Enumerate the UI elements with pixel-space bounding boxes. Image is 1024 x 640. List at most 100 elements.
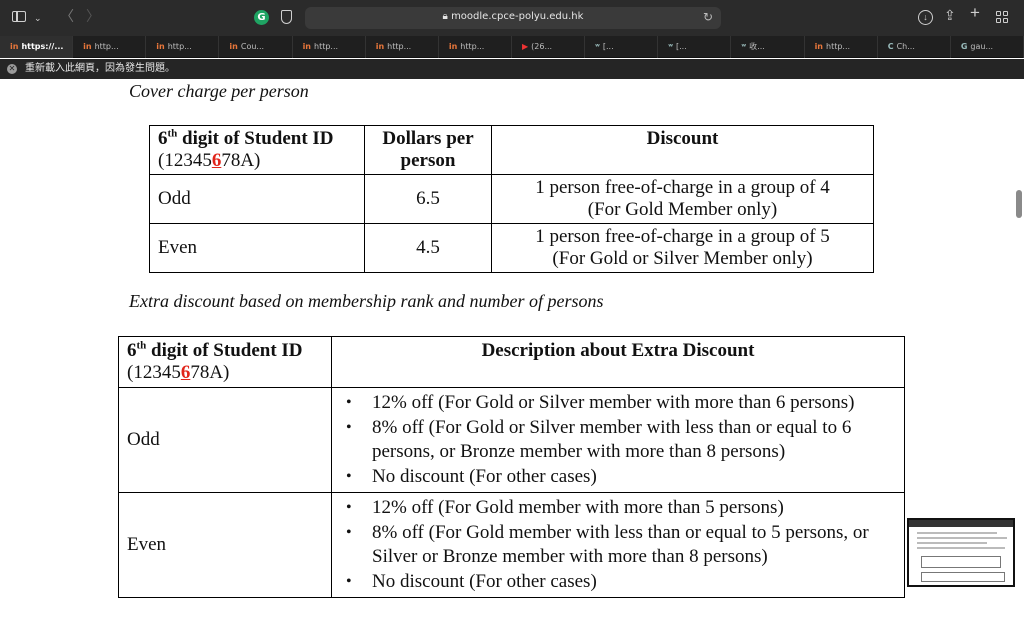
header-description: Description about Extra Discount (331, 336, 905, 388)
highlighted-digit: 6 (211, 150, 222, 171)
tab-label: http... (460, 42, 485, 51)
browser-tab[interactable]: in http... (146, 36, 220, 58)
table-header-row: 6th digit of Student ID (12345678A) Desc… (118, 336, 905, 388)
tab-favicon-icon: G (960, 42, 968, 51)
browser-tab[interactable]: C Ch... (878, 36, 951, 58)
forward-arrow-icon[interactable]: 〉 (86, 9, 100, 23)
tab-overview-icon[interactable] (996, 11, 1010, 24)
grammarly-icon[interactable]: G (254, 10, 269, 25)
row-price: 6.5 (364, 174, 492, 224)
tab-favicon-icon: ʷ (668, 42, 674, 51)
list-item: No discount (For other cases) (340, 570, 896, 595)
thumbnail-header (909, 520, 1013, 527)
header-student-id-digit: 6th digit of Student ID (12345678A) (149, 125, 365, 175)
browser-tab[interactable]: ʷ [... (658, 36, 732, 58)
list-item: 8% off (For Gold member with less than o… (340, 521, 896, 570)
chevron-down-icon[interactable]: ⌄ (34, 11, 42, 25)
tab-label: (26... (531, 42, 553, 51)
list-item: No discount (For other cases) (340, 465, 896, 490)
reload-notice-bar: ✕ 重新載入此網頁，因為發生問題。 (0, 59, 1024, 79)
row-description: 12% off (For Gold member with more than … (331, 492, 905, 598)
list-item: 12% off (For Gold member with more than … (340, 496, 896, 521)
highlighted-digit: 6 (180, 362, 191, 383)
sidebar-toggle-icon[interactable] (12, 11, 26, 22)
download-icon[interactable]: ↓ (918, 10, 933, 25)
browser-toolbar: ⌄ 〈 〉 G 🔒︎ moodle.cpce-polyu.edu.hk ↻ ↓ … (0, 0, 1024, 36)
reload-icon[interactable]: ↻ (703, 10, 713, 24)
browser-tab[interactable]: in http... (293, 36, 366, 58)
row-label: Even (149, 223, 365, 273)
tab-label: [... (676, 42, 687, 51)
browser-tab[interactable]: Ggau... (951, 36, 1024, 58)
back-arrow-icon[interactable]: 〈 (60, 9, 74, 23)
tab-favicon-icon: in (302, 42, 311, 51)
browser-tab[interactable]: in http... (439, 36, 512, 58)
table-row: Even 4.5 1 person free-of-charge in a gr… (149, 223, 874, 273)
reload-notice-text: 重新載入此網頁，因為發生問題。 (25, 63, 175, 74)
browser-tab[interactable]: in http... (73, 36, 147, 58)
tab-label: https://... (21, 42, 64, 51)
tab-favicon-icon: in (375, 42, 385, 51)
tab-label: Ch... (896, 42, 915, 51)
tab-bar: in https://... in http... in http... in Cou... i… (0, 36, 1024, 58)
browser-tab[interactable]: in http... (805, 36, 878, 58)
header-dollars-per-person: Dollars per person (364, 125, 492, 175)
tab-favicon-icon: in (156, 42, 165, 51)
thumbnail-table (921, 556, 1001, 568)
tab-label: http... (826, 42, 851, 51)
row-discount: 1 person free-of-charge in a group of 4(… (491, 174, 874, 224)
tab-favicon-icon: C (887, 42, 894, 51)
address-bar[interactable]: 🔒︎ moodle.cpce-polyu.edu.hk ↻ (305, 7, 721, 29)
browser-tab[interactable]: in http... (366, 36, 439, 58)
close-circle-icon[interactable]: ✕ (7, 64, 17, 74)
tab-favicon-icon: in (814, 42, 823, 51)
table-row: Odd 6.5 1 person free-of-charge in a gro… (149, 174, 874, 224)
thumbnail-table (921, 572, 1005, 582)
row-label: Odd (149, 174, 365, 224)
tab-label: http... (387, 42, 412, 51)
tab-label: http... (314, 42, 339, 51)
new-tab-icon[interactable]: + (970, 4, 980, 21)
header-discount: Discount (491, 125, 874, 175)
extra-discount-table: 6th digit of Student ID (12345678A) Desc… (118, 336, 905, 598)
scrollbar-thumb[interactable] (1016, 190, 1022, 218)
tab-label: [... (602, 42, 614, 51)
tab-label: gau... (970, 42, 994, 51)
list-item: 12% off (For Gold or Silver member with … (340, 391, 896, 416)
url-text: moodle.cpce-polyu.edu.hk (451, 11, 584, 22)
browser-tab[interactable]: in https://... (0, 36, 74, 58)
privacy-shield-icon[interactable] (281, 10, 292, 24)
tab-label: http... (94, 42, 119, 51)
table-header-row: 6th digit of Student ID (12345678A) Doll… (149, 125, 874, 175)
thumbnail-line (917, 547, 1005, 549)
row-label: Odd (118, 387, 332, 493)
lock-icon: 🔒︎ (442, 11, 448, 22)
tab-label: http... (167, 42, 192, 51)
row-label: Even (118, 492, 332, 598)
thumbnail-line (917, 537, 1007, 539)
share-icon[interactable]: ⇪ (944, 8, 956, 22)
discount-list: 12% off (For Gold member with more than … (340, 496, 896, 594)
header-student-id-digit: 6th digit of Student ID (12345678A) (118, 336, 332, 388)
tab-favicon-icon: in (10, 42, 19, 51)
row-price: 4.5 (364, 223, 492, 273)
browser-tab[interactable]: ▶ (26... (512, 36, 586, 58)
tab-favicon-icon: in (83, 42, 92, 51)
browser-tab[interactable]: in Cou... (219, 36, 293, 58)
list-item: 8% off (For Gold or Silver member with l… (340, 416, 896, 465)
screenshot-thumbnail[interactable] (907, 518, 1015, 587)
page-content: Cover charge per person 6th digit of Stu… (0, 80, 1024, 640)
browser-tab[interactable]: ʷ [... (585, 36, 659, 58)
browser-tab[interactable]: ʷ 收... (731, 36, 805, 58)
extra-discount-title: Extra discount based on membership rank … (129, 291, 604, 311)
table-row: Odd 12% off (For Gold or Silver member w… (118, 387, 905, 493)
cover-charge-title: Cover charge per person (129, 81, 309, 101)
url-display[interactable]: 🔒︎ moodle.cpce-polyu.edu.hk (305, 11, 721, 22)
table-row: Even 12% off (For Gold member with more … (118, 492, 905, 598)
tab-favicon-icon: ʷ (595, 42, 600, 51)
cover-charge-table: 6th digit of Student ID (12345678A) Doll… (149, 125, 874, 273)
tab-label: Cou... (240, 42, 265, 51)
tab-favicon-icon: in (229, 42, 238, 51)
discount-list: 12% off (For Gold or Silver member with … (340, 391, 896, 489)
thumbnail-line (917, 542, 987, 544)
